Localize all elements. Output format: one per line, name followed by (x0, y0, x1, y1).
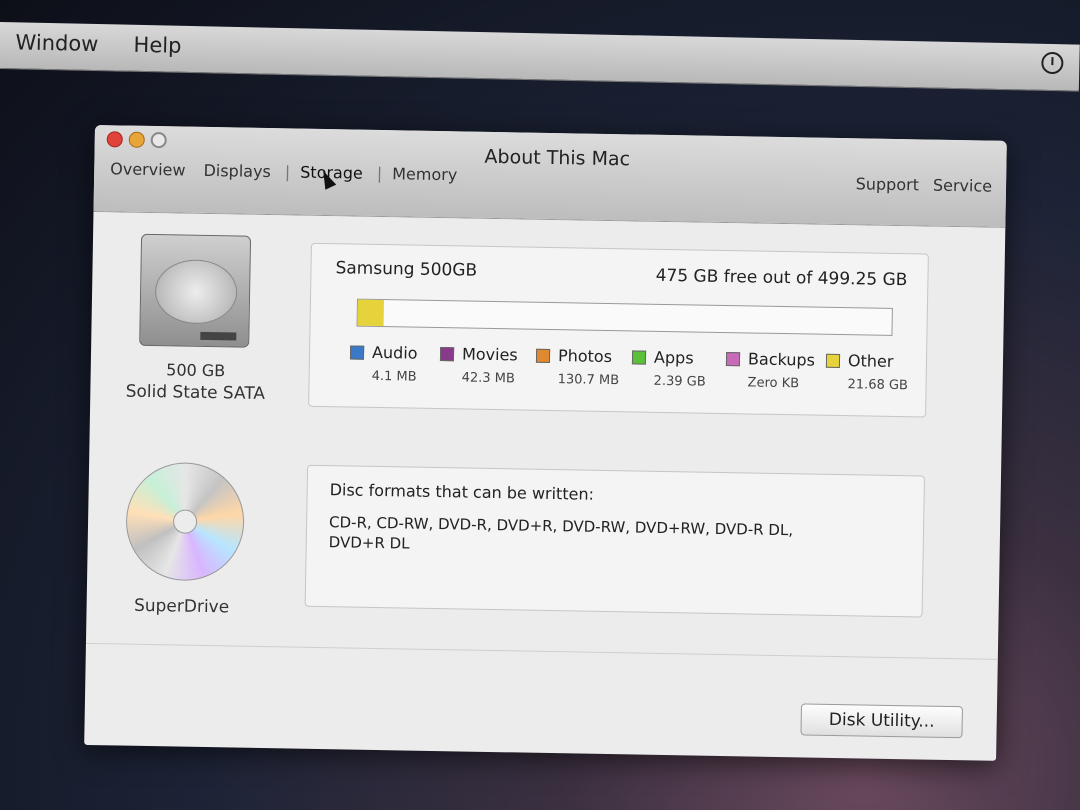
menu-bar: Window Help (0, 22, 1080, 92)
tab-memory[interactable]: Memory (388, 164, 461, 184)
legend-value: 2.39 GB (653, 373, 706, 390)
legend-backups: Backups Zero KB (725, 349, 826, 391)
legend-label: Apps (653, 347, 694, 368)
legend-photos: Photos 130.7 MB (535, 346, 636, 388)
storage-usage-bar (356, 298, 893, 336)
audio-swatch (349, 345, 365, 360)
storage-panel: Samsung 500GB 475 GB free out of 499.25 … (308, 242, 929, 418)
legend-label: Photos (557, 346, 613, 367)
legend-value: Zero KB (747, 375, 800, 392)
divider (85, 642, 998, 660)
legend-value: 4.1 MB (371, 368, 417, 385)
apps-swatch (631, 350, 647, 365)
legend-label: Other (847, 351, 894, 371)
about-this-mac-window: About This Mac Overview Displays | Stora… (84, 125, 1007, 761)
tab-separator: | (284, 162, 291, 182)
close-button[interactable] (106, 131, 123, 148)
legend-audio: Audio 4.1 MB (349, 342, 450, 385)
legend-value: 42.3 MB (461, 370, 515, 387)
legend-movies: Movies 42.3 MB (439, 344, 540, 386)
zoom-button[interactable] (150, 131, 167, 149)
legend-value: 21.68 GB (847, 377, 909, 394)
photos-swatch (535, 348, 551, 363)
other-swatch (825, 353, 841, 369)
time-machine-icon[interactable] (1041, 51, 1064, 75)
support-link[interactable]: Support (856, 174, 920, 194)
legend-label: Movies (461, 344, 518, 365)
tab-overview[interactable]: Overview (106, 159, 190, 179)
disk-free-space: 475 GB free out of 499.25 GB (655, 265, 908, 291)
disc-formats-title: Disc formats that can be written: (329, 480, 595, 504)
superdrive-panel: Disc formats that can be written: CD-R, … (304, 464, 926, 618)
window-title: About This Mac (484, 145, 631, 171)
legend-apps: Apps 2.39 GB (631, 347, 732, 390)
tab-separator: | (376, 163, 383, 184)
support-links: Support Service (856, 174, 993, 195)
storage-content: 500 GB Solid State SATA Samsung 500GB 47… (84, 211, 1005, 761)
backups-swatch (725, 352, 741, 367)
legend-other: Other 21.68 GB (825, 351, 926, 393)
menu-window[interactable]: Window (15, 30, 98, 56)
drive-type-label: Solid State SATA (125, 381, 266, 405)
disk-name: Samsung 500GB (335, 258, 478, 281)
legend-value: 130.7 MB (557, 372, 620, 389)
service-link[interactable]: Service (933, 176, 992, 196)
legend-label: Audio (371, 342, 418, 363)
movies-swatch (439, 347, 455, 362)
optical-disc-icon (125, 461, 246, 582)
superdrive-label: SuperDrive (133, 595, 230, 618)
tab-displays[interactable]: Displays (199, 161, 275, 181)
hard-drive-icon (139, 233, 252, 348)
minimize-button[interactable] (128, 131, 145, 148)
drive-size-label: 500 GB (166, 360, 226, 381)
legend-label: Backups (747, 349, 816, 370)
disk-utility-button[interactable]: Disk Utility... (800, 703, 963, 739)
tab-bar: Overview Displays | Storage | Memory (106, 159, 471, 184)
usage-other-segment (357, 299, 385, 327)
menu-help[interactable]: Help (133, 33, 181, 58)
storage-legend: Audio 4.1 MB Movies 42.3 MB Photos 130.7… (349, 342, 910, 404)
disc-formats-list: CD-R, CD-RW, DVD-R, DVD+R, DVD-RW, DVD+R… (329, 512, 890, 562)
